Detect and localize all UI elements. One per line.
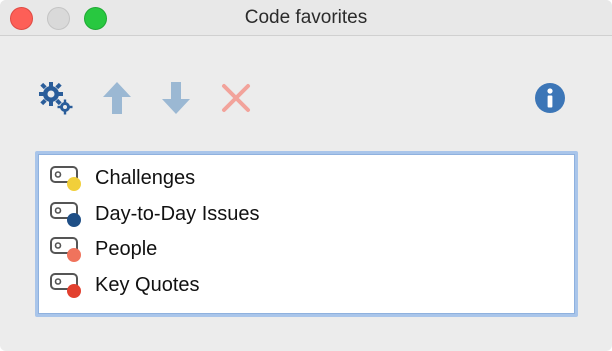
move-down-button[interactable] (158, 80, 194, 116)
arrow-down-icon (162, 82, 190, 114)
favorites-list-frame: Challenges Day-to-Day Issues People Key … (38, 154, 575, 314)
list-item[interactable]: Challenges (49, 161, 195, 195)
code-label: Challenges (95, 166, 196, 189)
code-color-icon (50, 237, 81, 262)
list-item[interactable]: People (49, 232, 157, 266)
x-icon (222, 84, 250, 112)
title-bar: Code favorites (0, 0, 612, 36)
window-title: Code favorites (244, 7, 368, 28)
code-color-icon (50, 202, 81, 227)
delete-button[interactable] (218, 80, 254, 116)
info-button[interactable] (532, 80, 568, 116)
info-icon (535, 83, 565, 113)
settings-button[interactable] (38, 80, 74, 116)
code-label: Key Quotes (95, 273, 200, 296)
favorites-list[interactable]: Challenges Day-to-Day Issues People Key … (35, 151, 578, 317)
code-label: Day-to-Day Issues (95, 202, 260, 225)
list-item[interactable]: Key Quotes (49, 268, 200, 302)
code-color-icon (50, 166, 81, 191)
code-favorites-window: Code favorites Challenges Day-to-Day Iss… (0, 0, 612, 351)
code-color-icon (50, 273, 81, 298)
arrow-up-icon (103, 82, 131, 114)
code-label: People (95, 237, 158, 260)
gears-icon (39, 82, 73, 115)
move-up-button[interactable] (99, 80, 135, 116)
list-item[interactable]: Day-to-Day Issues (49, 197, 260, 231)
